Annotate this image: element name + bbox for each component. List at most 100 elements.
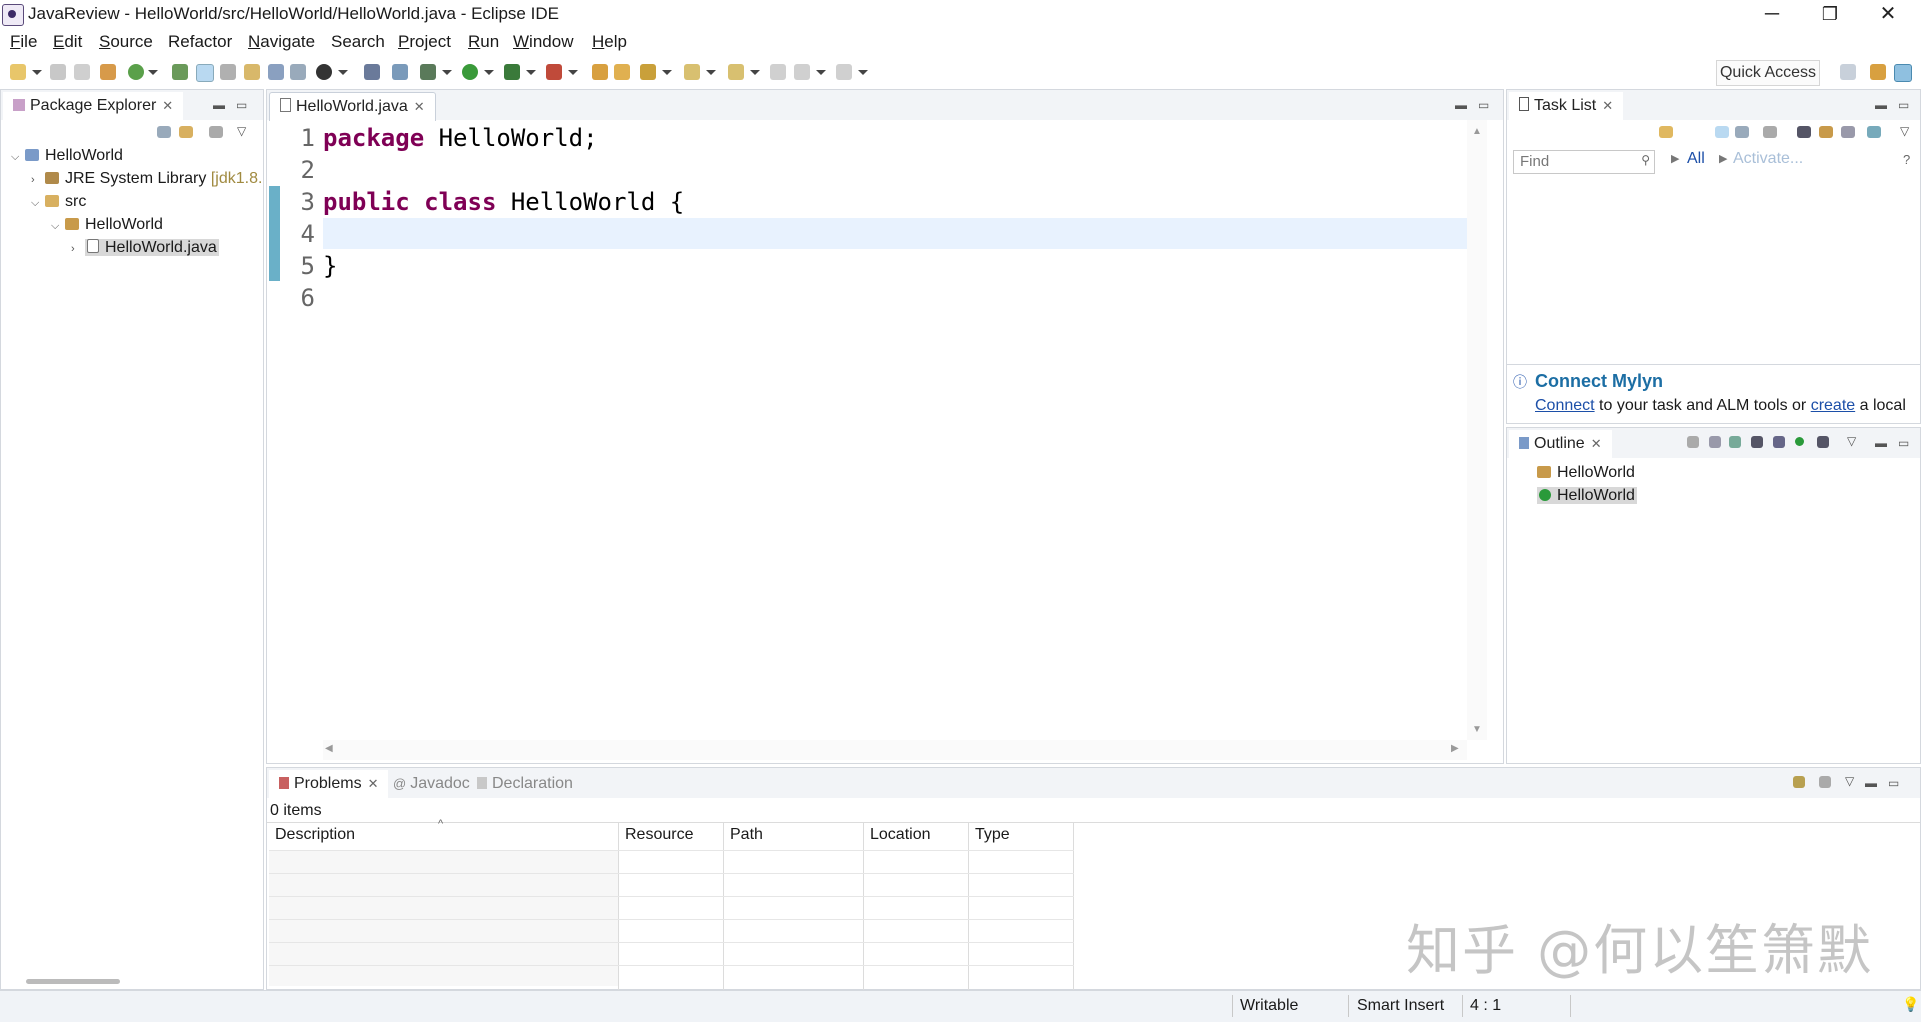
save-icon[interactable] [50, 64, 66, 80]
maximize-view-icon[interactable]: ▭ [1898, 436, 1909, 450]
tab-problems[interactable]: Problems ✕ [269, 770, 389, 798]
chevron-right-icon[interactable]: › [71, 238, 85, 260]
code-line[interactable]: } [323, 252, 337, 280]
menu-run[interactable]: Run [468, 32, 499, 52]
collapse-all-icon[interactable] [1709, 436, 1721, 448]
close-icon[interactable]: ✕ [368, 776, 379, 791]
chevron-down-icon[interactable]: ⌵ [11, 146, 25, 168]
new-icon[interactable] [10, 64, 26, 80]
synchronize-icon[interactable] [1867, 126, 1881, 138]
outline-item-class[interactable]: HelloWorld [1537, 485, 1637, 507]
minimize-view-icon[interactable]: ▬ [1875, 98, 1887, 112]
open-type-icon[interactable] [172, 64, 188, 80]
editor-horizontal-scrollbar[interactable]: ◀ ▶ [323, 740, 1467, 760]
back-icon[interactable] [794, 64, 810, 80]
outline-item-package[interactable]: HelloWorld [1537, 462, 1635, 484]
filters-icon[interactable] [1793, 776, 1805, 788]
minimize-view-icon[interactable]: ▬ [1455, 98, 1467, 112]
chevron-right-icon[interactable]: › [31, 169, 45, 191]
run-icon[interactable] [462, 64, 478, 80]
column-type[interactable]: Type [975, 826, 1010, 844]
menu-edit[interactable]: Edit [53, 32, 82, 52]
all-link[interactable]: All [1687, 150, 1705, 168]
menu-project[interactable]: Project [398, 32, 451, 52]
menu-source[interactable]: Source [99, 32, 153, 52]
tab-task-list[interactable]: Task List ✕ [1509, 92, 1624, 120]
next-annotation-dropdown-icon[interactable] [706, 70, 716, 75]
tree-src-folder[interactable]: ⌵ src [31, 191, 86, 213]
hide-fields-icon[interactable] [1751, 436, 1763, 448]
minimize-view-icon[interactable]: ▬ [213, 98, 225, 112]
quick-access-field[interactable]: Quick Access [1716, 60, 1820, 86]
scroll-down-icon[interactable]: ▼ [1472, 724, 1482, 735]
close-icon[interactable]: ✕ [1591, 436, 1602, 451]
java-perspective-icon[interactable] [1894, 64, 1912, 82]
close-button[interactable]: ✕ [1859, 0, 1917, 30]
collapse-all-icon[interactable] [157, 126, 171, 138]
new-class-dropdown-icon[interactable] [148, 70, 158, 75]
menu-help[interactable]: Help [592, 32, 627, 52]
hide-non-public-icon[interactable] [1795, 437, 1804, 446]
save-all-icon[interactable] [74, 64, 90, 80]
column-resource[interactable]: Resource [625, 826, 693, 844]
link-with-editor-icon[interactable] [179, 126, 193, 138]
show-whitespace-icon[interactable] [290, 64, 306, 80]
lightbulb-icon[interactable]: 💡 [1902, 996, 1919, 1013]
menu-refactor[interactable]: Refactor [168, 32, 232, 52]
next-annotation-icon[interactable] [684, 64, 700, 80]
chevron-down-icon[interactable]: ⌵ [51, 215, 65, 237]
scroll-left-icon[interactable]: ◀ [325, 743, 333, 754]
external-tools-dropdown-icon[interactable] [568, 70, 578, 75]
sort-icon[interactable] [1729, 436, 1741, 448]
minimize-view-icon[interactable]: ▬ [1865, 776, 1877, 790]
connect-link[interactable]: Connect [1535, 397, 1595, 414]
focus-on-active-task-icon[interactable] [209, 126, 223, 138]
tree-java-file[interactable]: › HelloWorld.java [71, 237, 219, 259]
tab-outline[interactable]: Outline ✕ [1509, 430, 1612, 458]
search-tool-icon[interactable] [640, 64, 656, 80]
java-ee-perspective-icon[interactable] [1870, 64, 1886, 80]
back-dropdown-icon[interactable] [816, 70, 826, 75]
new-package-icon[interactable] [128, 64, 144, 80]
debug-perspective-dropdown-icon[interactable] [338, 70, 348, 75]
menu-search[interactable]: Search [331, 32, 385, 52]
last-edit-location-icon[interactable] [770, 64, 786, 80]
new-dropdown-icon[interactable] [32, 70, 42, 75]
view-menu-icon[interactable]: ▽ [237, 124, 246, 138]
view-menu-icon[interactable]: ▽ [1847, 434, 1856, 448]
minimize-view-icon[interactable]: ▬ [1875, 436, 1887, 450]
expand-all-icon[interactable] [1819, 126, 1833, 138]
tab-helloworld-java[interactable]: HelloWorld.java ✕ [269, 92, 436, 121]
focus-workweek-icon[interactable] [1763, 126, 1777, 138]
collapse-all-icon[interactable] [1841, 126, 1855, 138]
open-perspective-icon[interactable] [1840, 64, 1856, 80]
categorized-icon[interactable] [1715, 126, 1729, 138]
previous-annotation-icon[interactable] [728, 64, 744, 80]
terminal-icon[interactable] [364, 64, 380, 80]
block-selection-icon[interactable] [244, 64, 260, 80]
maximize-view-icon[interactable]: ▭ [1478, 98, 1489, 112]
toggle-breadcrumb-icon[interactable] [220, 64, 236, 80]
close-icon[interactable]: ✕ [1602, 98, 1613, 113]
new-task-icon[interactable] [1659, 126, 1673, 138]
column-path[interactable]: Path [730, 826, 763, 844]
editor-vertical-scrollbar[interactable]: ▲ ▼ [1467, 120, 1487, 740]
tab-javadoc[interactable]: @ Javadoc [383, 770, 480, 798]
focus-on-active-task-icon[interactable] [1819, 776, 1831, 788]
new-java-project-icon[interactable] [100, 64, 116, 80]
horizontal-scrollbar[interactable] [26, 979, 120, 984]
view-menu-icon[interactable]: ▽ [1845, 774, 1854, 788]
previous-annotation-dropdown-icon[interactable] [750, 70, 760, 75]
help-icon[interactable]: ? [1903, 152, 1910, 167]
tree-package[interactable]: ⌵ HelloWorld [51, 214, 163, 236]
word-wrap-icon[interactable] [268, 64, 284, 80]
minimize-button[interactable]: ─ [1743, 0, 1801, 30]
hide-completed-icon[interactable] [1797, 126, 1811, 138]
menu-window[interactable]: Window [513, 32, 573, 52]
forward-dropdown-icon[interactable] [858, 70, 868, 75]
tab-package-explorer[interactable]: Package Explorer ✕ [3, 92, 184, 120]
tree-project[interactable]: ⌵ HelloWorld [11, 145, 123, 167]
search-dropdown-icon[interactable] [662, 70, 672, 75]
debug-dropdown-icon[interactable] [442, 70, 452, 75]
chevron-down-icon[interactable]: ⌵ [31, 192, 45, 214]
